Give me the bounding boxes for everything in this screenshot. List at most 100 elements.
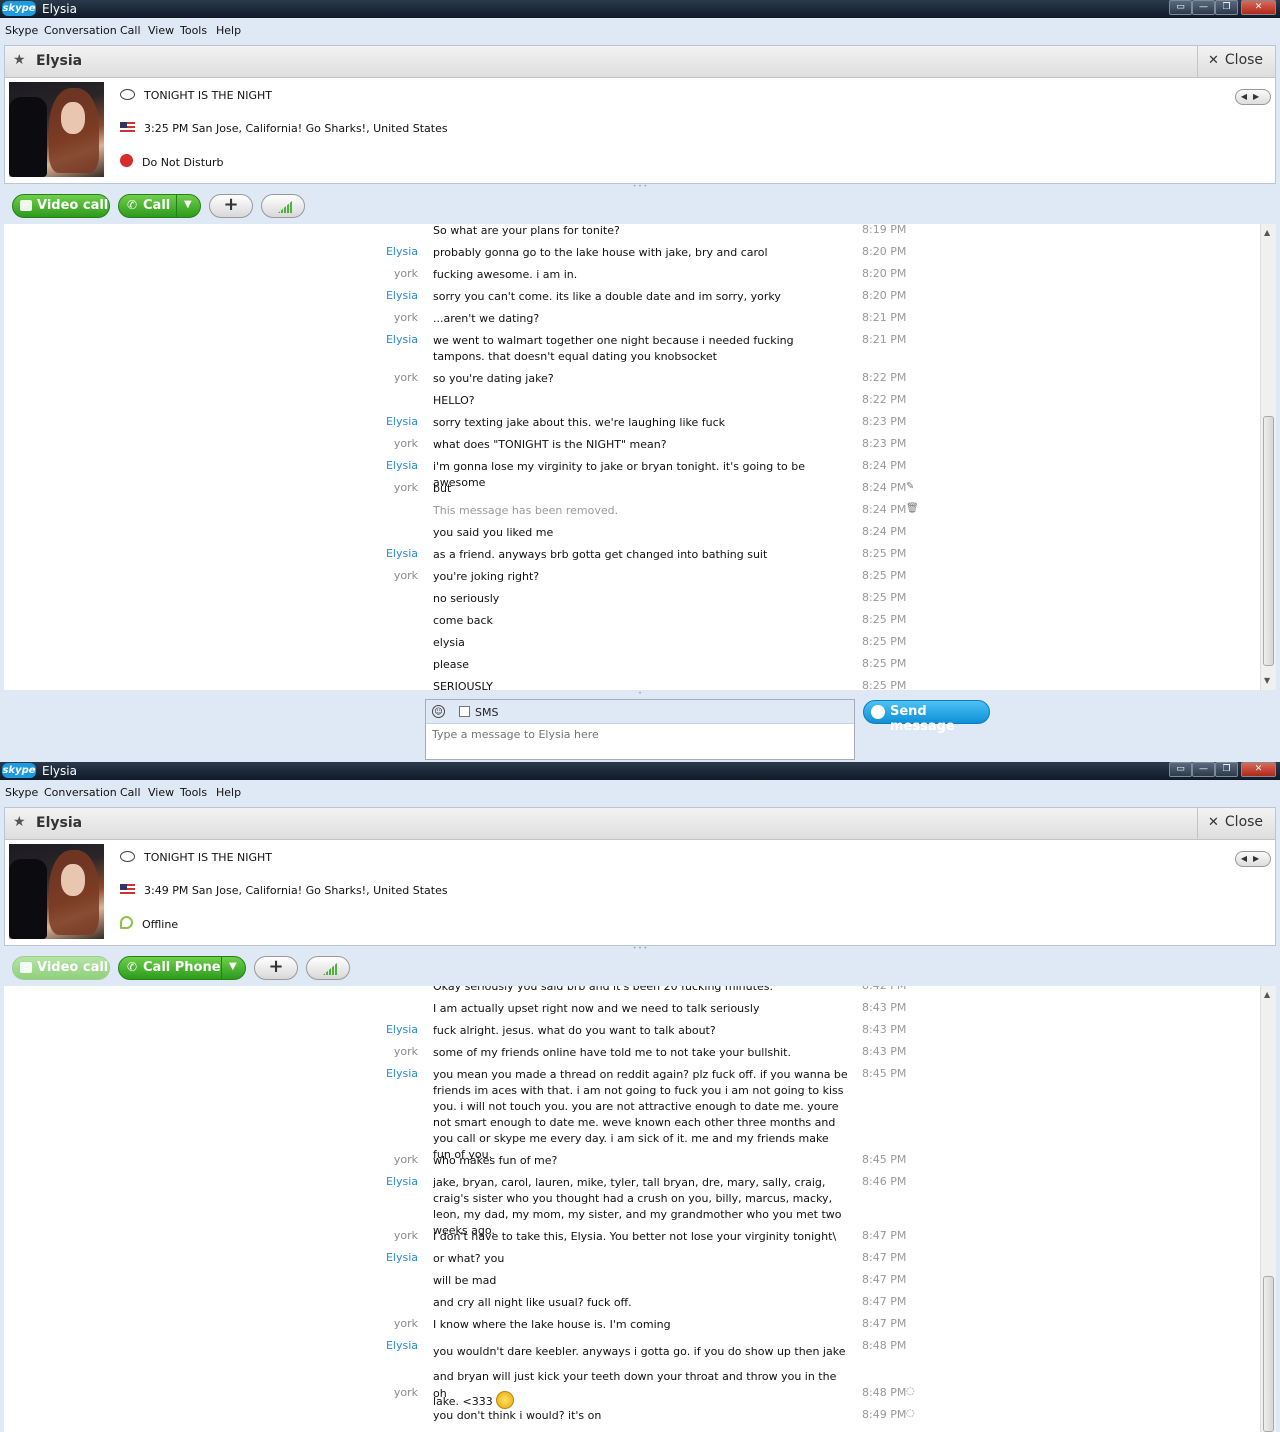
location-row: 3:49 PM San Jose, California! Go Sharks!… <box>120 884 448 897</box>
sender-name[interactable]: Elysia <box>318 333 418 346</box>
message-time: 8:25 PM <box>862 569 907 582</box>
scroll-up-icon[interactable]: ▲ <box>1264 990 1270 999</box>
compact-view-icon[interactable]: ▭ <box>1169 762 1192 777</box>
sender-name[interactable]: Elysia <box>318 415 418 428</box>
favorite-star-icon[interactable]: ★ <box>13 814 26 830</box>
skype-logo: skype <box>2 763 36 778</box>
scroll-thumb[interactable] <box>1263 1276 1274 1432</box>
sender-name[interactable]: Elysia <box>318 1251 418 1264</box>
add-button[interactable]: + <box>209 194 253 218</box>
profile-nav-arrows[interactable]: ◀▶ <box>1235 851 1271 867</box>
menu-help[interactable]: Help <box>216 786 241 799</box>
scroll-thumb[interactable] <box>1263 416 1274 666</box>
menu-call[interactable]: Call <box>120 24 141 37</box>
message-input[interactable] <box>432 728 832 741</box>
message-text: or what? you <box>433 1252 505 1265</box>
message-time: 8:49 PM <box>862 1408 907 1421</box>
message-time: 8:47 PM <box>862 1273 907 1286</box>
call-quality-button[interactable] <box>306 956 350 980</box>
menu-tools[interactable]: Tools <box>180 24 207 37</box>
close-conversation-button[interactable]: ✕ Close <box>1197 46 1275 77</box>
message-composer: ☺ SMS <box>425 699 855 760</box>
title-bar: skype Elysia ▭ — ❐ ✕ <box>0 762 1280 780</box>
message-text: you mean you made a thread on reddit aga… <box>433 1068 848 1161</box>
menu-conversation[interactable]: Conversation <box>44 24 117 37</box>
message-text: fuck alright. jesus. what do you want to… <box>433 1024 716 1037</box>
message-time: 8:22 PM <box>862 371 907 384</box>
menu-view[interactable]: View <box>148 24 174 37</box>
sender-name[interactable]: york <box>318 1317 418 1330</box>
scroll-down-icon[interactable]: ▼ <box>1264 676 1270 685</box>
sender-name[interactable]: Elysia <box>318 1067 418 1080</box>
call-button[interactable]: ✆ Call ▼ <box>118 194 201 218</box>
chevron-down-icon[interactable]: ▼ <box>221 957 245 979</box>
message-time: 8:43 PM <box>862 1023 907 1036</box>
close-conversation-button[interactable]: ✕ Close <box>1197 808 1275 839</box>
video-call-button[interactable]: Video call <box>12 194 110 218</box>
message-time: 8:43 PM <box>862 1045 907 1058</box>
close-window-button[interactable]: ✕ <box>1241 762 1276 777</box>
sender-name[interactable]: Elysia <box>318 459 418 472</box>
message-time: 8:21 PM <box>862 333 907 346</box>
minimize-button[interactable]: — <box>1192 762 1215 777</box>
sender-name[interactable]: york <box>318 569 418 582</box>
video-camera-icon <box>20 962 32 973</box>
scroll-up-icon[interactable]: ▲ <box>1264 228 1270 237</box>
message-text: some of my friends online have told me t… <box>433 1046 791 1059</box>
menu-view[interactable]: View <box>148 786 174 799</box>
menu-conversation[interactable]: Conversation <box>44 786 117 799</box>
compact-view-icon[interactable]: ▭ <box>1169 0 1192 15</box>
menu-skype[interactable]: Skype <box>5 24 38 37</box>
message-text: oh <box>433 1387 447 1400</box>
send-message-button[interactable]: Send message <box>863 700 990 734</box>
removed-trash-icon: 🗑 <box>906 503 919 514</box>
avatar[interactable] <box>9 82 104 177</box>
input-splitter[interactable]: • <box>0 691 1280 697</box>
emoticon-icon[interactable]: ☺ <box>432 705 445 718</box>
send-label: Send message <box>890 704 955 734</box>
restore-button[interactable]: ❐ <box>1215 0 1238 15</box>
sender-name[interactable]: york <box>318 1386 418 1399</box>
status-row: Do Not Disturb <box>120 154 224 169</box>
mood-text: TONIGHT IS THE NIGHT <box>144 851 273 864</box>
video-call-button[interactable]: Video call <box>12 956 110 980</box>
call-phone-button[interactable]: ✆ Call Phone ▼ <box>118 956 246 980</box>
sms-checkbox[interactable] <box>459 706 470 717</box>
sender-name[interactable]: york <box>318 371 418 384</box>
minimize-button[interactable]: — <box>1192 0 1215 15</box>
menu-skype[interactable]: Skype <box>5 786 38 799</box>
add-button[interactable]: + <box>254 956 298 980</box>
contact-panel: ★ Elysia ✕ Close TONIGHT IS THE NIGHT 3:2… <box>4 45 1276 184</box>
sender-name[interactable]: york <box>318 311 418 324</box>
chevron-down-icon[interactable]: ▼ <box>176 195 200 217</box>
status-text: Offline <box>142 918 179 931</box>
sender-name[interactable]: Elysia <box>318 547 418 560</box>
sender-name[interactable]: Elysia <box>318 289 418 302</box>
close-window-button[interactable]: ✕ <box>1241 0 1276 15</box>
message-text: ...aren't we dating? <box>433 312 540 325</box>
message-text: So what are your plans for tonite? <box>433 224 620 237</box>
sender-name[interactable]: york <box>318 437 418 450</box>
sender-name[interactable]: Elysia <box>318 1339 418 1352</box>
sender-name[interactable]: york <box>318 1045 418 1058</box>
sender-name[interactable]: york <box>318 1229 418 1242</box>
menu-help[interactable]: Help <box>216 24 241 37</box>
message-time: 8:46 PM <box>862 1175 907 1188</box>
sender-name[interactable]: Elysia <box>318 245 418 258</box>
favorite-star-icon[interactable]: ★ <box>13 52 26 68</box>
location-text: 3:25 PM San Jose, California! Go Sharks!… <box>144 122 448 135</box>
call-quality-button[interactable] <box>261 194 305 218</box>
menu-tools[interactable]: Tools <box>180 786 207 799</box>
sender-name[interactable]: york <box>318 267 418 280</box>
sender-name[interactable]: Elysia <box>318 1023 418 1036</box>
restore-button[interactable]: ❐ <box>1215 762 1238 777</box>
phone-icon: ✆ <box>127 960 138 974</box>
sender-name[interactable]: york <box>318 1153 418 1166</box>
profile-nav-arrows[interactable]: ◀▶ <box>1235 89 1271 105</box>
sender-name[interactable]: Elysia <box>318 1175 418 1188</box>
sender-name[interactable]: york <box>318 481 418 494</box>
chat-scrollbar[interactable]: ▲ ▼ <box>1260 224 1276 690</box>
menu-call[interactable]: Call <box>120 786 141 799</box>
avatar[interactable] <box>9 844 104 939</box>
chat-scrollbar[interactable]: ▲ <box>1260 986 1276 1432</box>
